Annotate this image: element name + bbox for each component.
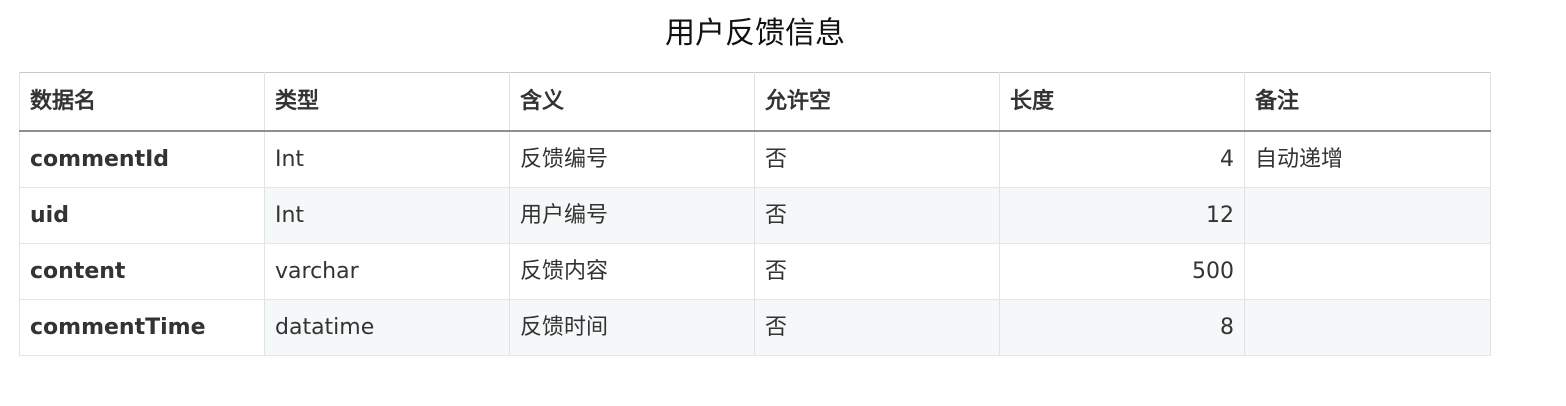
header-row: 数据名 类型 含义 允许空 长度 备注 — [19, 72, 1491, 132]
cell-note: 自动递增 — [1244, 131, 1491, 188]
header-type: 类型 — [264, 72, 510, 132]
cell-name: uid — [19, 187, 265, 244]
cell-note — [1244, 243, 1491, 300]
header-length: 长度 — [999, 72, 1245, 132]
cell-length: 500 — [999, 243, 1245, 300]
cell-meaning: 反馈编号 — [509, 131, 755, 188]
cell-name: commentId — [19, 131, 265, 188]
cell-name: commentTime — [19, 299, 265, 356]
cell-length: 4 — [999, 131, 1245, 188]
cell-type: Int — [264, 131, 510, 188]
cell-nullable: 否 — [754, 299, 1000, 356]
header-nullable: 允许空 — [754, 72, 1000, 132]
cell-length: 12 — [999, 187, 1245, 244]
cell-nullable: 否 — [754, 131, 1000, 188]
table-row: commentId Int 反馈编号 否 4 自动递增 — [19, 131, 1491, 188]
table-row: uid Int 用户编号 否 12 — [19, 187, 1491, 244]
feedback-table: 数据名 类型 含义 允许空 长度 备注 commentId Int 反馈编号 否… — [19, 72, 1491, 356]
header-note: 备注 — [1244, 72, 1491, 132]
table-row: content varchar 反馈内容 否 500 — [19, 243, 1491, 300]
header-data-name: 数据名 — [19, 72, 265, 132]
table-body: commentId Int 反馈编号 否 4 自动递增 uid Int 用户编号… — [19, 131, 1491, 356]
cell-meaning: 用户编号 — [509, 187, 755, 244]
feedback-table-container: 数据名 类型 含义 允许空 长度 备注 commentId Int 反馈编号 否… — [19, 72, 1491, 356]
cell-note — [1244, 299, 1491, 356]
cell-meaning: 反馈时间 — [509, 299, 755, 356]
page-title: 用户反馈信息 — [665, 16, 845, 51]
header-meaning: 含义 — [509, 72, 755, 132]
cell-type: varchar — [264, 243, 510, 300]
cell-nullable: 否 — [754, 187, 1000, 244]
cell-name: content — [19, 243, 265, 300]
cell-meaning: 反馈内容 — [509, 243, 755, 300]
cell-nullable: 否 — [754, 243, 1000, 300]
table-header: 数据名 类型 含义 允许空 长度 备注 — [19, 72, 1491, 132]
cell-length: 8 — [999, 299, 1245, 356]
cell-type: Int — [264, 187, 510, 244]
cell-note — [1244, 187, 1491, 244]
cell-type: datatime — [264, 299, 510, 356]
table-row: commentTime datatime 反馈时间 否 8 — [19, 299, 1491, 356]
